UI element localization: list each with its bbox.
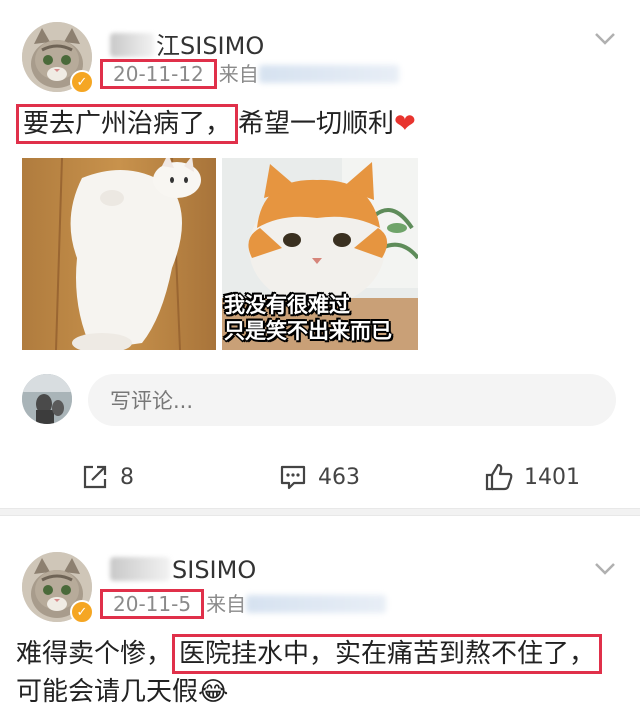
v-badge-icon: ✓ (70, 70, 94, 94)
blurred-name-part (110, 33, 154, 57)
comment-icon (280, 465, 306, 490)
username[interactable]: SISIMO (110, 556, 256, 584)
content-text: 希望一切顺利 (238, 109, 395, 139)
content-text-line2: 可能会请几天假 (16, 677, 199, 707)
post-meta: 20-11-5 来自 (100, 588, 387, 619)
post-content: 要去广州治病了， 希望一切顺利❤ (16, 104, 630, 144)
repost-button[interactable]: 8 (80, 462, 134, 492)
highlighted-text: 医院挂水中，实在痛苦到熬不住了， (172, 634, 603, 674)
thumbs-up-icon (485, 463, 513, 491)
post-image-white-cat[interactable] (22, 158, 216, 350)
post-actions-bar: 8 463 1401 (0, 462, 640, 498)
post-content: 难得卖个惨， 医院挂水中，实在痛苦到熬不住了， 可能会请几天假😂 (16, 634, 630, 710)
comment-input[interactable]: 写评论... (88, 374, 616, 426)
like-count: 1401 (524, 464, 580, 490)
weibo-post-2: ✓ SISIMO 20-11-5 来自 难得卖个惨， 医院挂水中，实在痛苦到熬不住了… (0, 516, 640, 722)
repost-icon (83, 465, 107, 489)
post-date: 20-11-5 (100, 589, 205, 619)
like-button[interactable]: 1401 (484, 462, 580, 492)
chevron-down-icon[interactable] (594, 562, 616, 576)
highlighted-text: 要去广州治病了， (16, 104, 239, 144)
blurred-source (258, 65, 399, 83)
username[interactable]: 江SISIMO (110, 26, 264, 61)
post-date: 20-11-12 (100, 59, 217, 89)
post-meta: 20-11-12 来自 (100, 58, 399, 89)
v-badge-icon: ✓ (70, 600, 94, 624)
meme-caption: 我没有很难过 只是笑不出来而已 (224, 293, 392, 343)
chevron-down-icon[interactable] (594, 32, 616, 46)
commenter-avatar (22, 374, 72, 424)
heart-emoji: ❤ (394, 109, 416, 139)
post-image-orange-cat-meme[interactable]: 我没有很难过 只是笑不出来而已 (222, 158, 418, 350)
comment-count: 463 (318, 464, 360, 490)
comment-button[interactable]: 463 (278, 462, 360, 492)
from-label: 来自 (218, 62, 259, 86)
laughing-emoji: 😂 (198, 677, 229, 707)
blurred-source (246, 595, 387, 613)
weibo-post-1: ✓ 江SISIMO 20-11-12 来自 要去广州治病了， 希望一切顺利❤ 我… (0, 0, 640, 508)
post-separator (0, 508, 640, 516)
from-label: 来自 (206, 592, 247, 616)
blurred-name-part (110, 557, 170, 581)
content-text: 难得卖个惨， (16, 639, 173, 669)
repost-count: 8 (120, 464, 134, 490)
